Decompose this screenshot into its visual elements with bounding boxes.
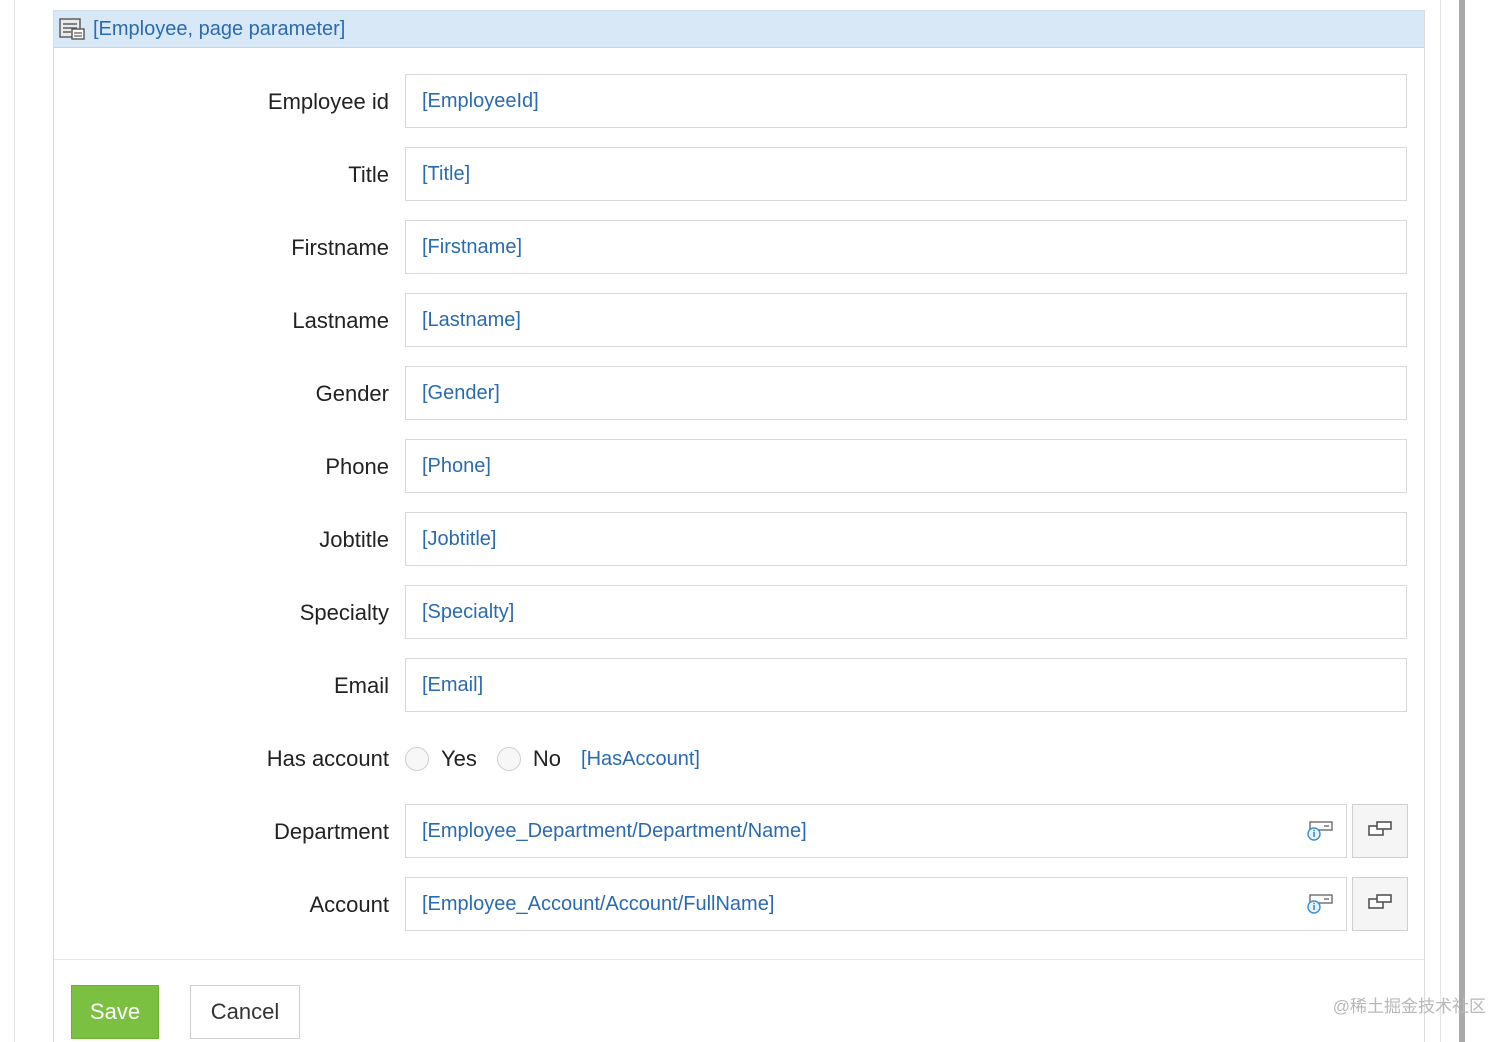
field-value: [Gender] xyxy=(422,381,500,404)
watermark: @稀土掘金技术社区 xyxy=(1332,997,1486,1016)
field-label: Specialty xyxy=(299,600,389,625)
open-form-icon xyxy=(1366,819,1394,844)
field-value: [Specialty] xyxy=(422,600,515,623)
field-label: Email xyxy=(333,673,389,698)
field-value: [Title] xyxy=(422,162,471,185)
gender-field[interactable]: [Gender] xyxy=(405,366,1407,420)
field-label: Lastname xyxy=(292,308,389,333)
row-account: Account [Employee_Account/Account/FullNa… xyxy=(54,877,1424,933)
field-value: [Firstname] xyxy=(422,235,523,258)
radio-yes-label[interactable]: Yes xyxy=(441,746,477,772)
has-account-radio-group: Yes No [HasAccount] xyxy=(405,731,700,787)
firstname-field[interactable]: [Firstname] xyxy=(405,220,1407,274)
panel-header: [Employee, page parameter] xyxy=(54,11,1424,48)
field-label: Jobtitle xyxy=(319,527,389,552)
radio-no-label[interactable]: No xyxy=(533,746,561,772)
field-value: [Phone] xyxy=(422,454,491,477)
field-value: [Email] xyxy=(422,673,484,696)
phone-field[interactable]: [Phone] xyxy=(405,439,1407,493)
row-firstname: Firstname [Firstname] xyxy=(54,220,1424,276)
radio-no[interactable] xyxy=(496,747,521,771)
field-label: Phone xyxy=(325,454,389,479)
specialty-field[interactable]: [Specialty] xyxy=(405,585,1407,639)
panel-title: [Employee, page parameter] xyxy=(93,17,346,40)
field-value: [Employee_Department/Department/Name] xyxy=(422,819,807,842)
field-label: Title xyxy=(348,162,389,187)
row-employee-id: Employee id [EmployeeId] xyxy=(54,74,1424,130)
lastname-field[interactable]: [Lastname] xyxy=(405,293,1407,347)
row-has-account: Has account Yes No [HasAccount] xyxy=(54,731,1424,787)
field-label: Department xyxy=(274,819,389,844)
has-account-binding: [HasAccount] xyxy=(581,747,700,770)
field-label: Has account xyxy=(266,746,389,771)
row-lastname: Lastname [Lastname] xyxy=(54,293,1424,349)
form-table-icon xyxy=(59,16,85,42)
employee-form-panel: [Employee, page parameter] Employee id [… xyxy=(53,10,1425,1042)
row-department: Department [Employee_Department/Departme… xyxy=(54,804,1424,860)
row-jobtitle: Jobtitle [Jobtitle] xyxy=(54,512,1424,568)
footer-divider xyxy=(54,959,1424,960)
save-button[interactable]: Save xyxy=(71,985,159,1039)
field-value: [Jobtitle] xyxy=(422,527,497,550)
department-lookup-field[interactable]: [Employee_Department/Department/Name] xyxy=(405,804,1347,858)
field-label: Firstname xyxy=(291,235,389,260)
field-value: [Lastname] xyxy=(422,308,521,331)
lookup-info-icon[interactable] xyxy=(1306,819,1334,843)
field-label: Employee id xyxy=(267,89,389,114)
cancel-button[interactable]: Cancel xyxy=(190,985,300,1039)
email-field[interactable]: [Email] xyxy=(405,658,1407,712)
row-phone: Phone [Phone] xyxy=(54,439,1424,495)
account-lookup-field[interactable]: [Employee_Account/Account/FullName] xyxy=(405,877,1347,931)
right-divider xyxy=(1440,0,1441,1042)
department-open-button[interactable] xyxy=(1352,804,1408,858)
radio-yes[interactable] xyxy=(405,747,429,771)
employee-id-field[interactable]: [EmployeeId] xyxy=(405,74,1407,128)
row-specialty: Specialty [Specialty] xyxy=(54,585,1424,641)
row-title: Title [Title] xyxy=(54,147,1424,203)
jobtitle-field[interactable]: [Jobtitle] xyxy=(405,512,1407,566)
row-email: Email [Email] xyxy=(54,658,1424,714)
title-field[interactable]: [Title] xyxy=(405,147,1407,201)
field-value: [EmployeeId] xyxy=(422,89,539,112)
field-label: Gender xyxy=(315,381,389,406)
account-open-button[interactable] xyxy=(1352,877,1408,931)
lookup-info-icon[interactable] xyxy=(1306,892,1334,916)
field-value: [Employee_Account/Account/FullName] xyxy=(422,892,775,915)
field-label: Account xyxy=(309,892,390,917)
row-gender: Gender [Gender] xyxy=(54,366,1424,422)
left-divider xyxy=(14,0,15,1042)
scrollbar[interactable] xyxy=(1459,0,1465,1042)
open-form-icon xyxy=(1366,892,1394,917)
page: [Employee, page parameter] Employee id [… xyxy=(0,0,1512,1042)
